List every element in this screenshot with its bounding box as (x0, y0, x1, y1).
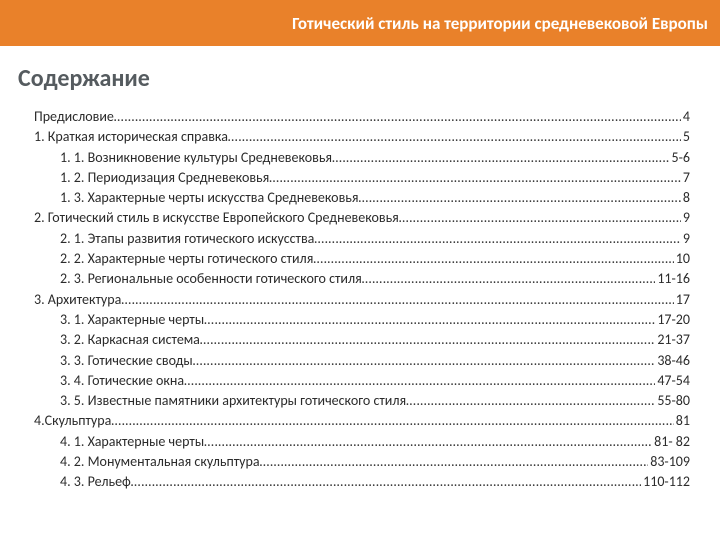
toc-row: 4.Скульптура…………………………………………………………………………… (34, 411, 690, 431)
toc-label: 1. 1. Возникновение культуры Средневеков… (60, 148, 332, 168)
toc-page: 4 (681, 107, 690, 127)
content-heading: Содержание (18, 64, 720, 93)
toc-page: 47-54 (655, 371, 690, 391)
toc-row: 1. 2. Периодизация Средневековья……………………… (34, 168, 690, 188)
toc-page: 9 (681, 208, 690, 228)
toc-label: Предисловие (34, 107, 114, 127)
toc-label: 2. 3. Региональные особенности готическо… (60, 269, 362, 289)
toc-row: 1. Краткая историческая справка………………………… (34, 127, 690, 147)
toc-page: 7 (681, 168, 690, 188)
toc-leader-dots: …………………………………………………………………………………………………………… (260, 452, 649, 472)
toc-leader-dots: …………………………………………………………………………………………………………… (200, 330, 655, 350)
toc-page: 55-80 (655, 391, 690, 411)
toc-leader-dots: …………………………………………………………………………………………………………… (332, 148, 669, 168)
toc-page: 17-20 (655, 310, 690, 330)
toc-row: 4. 2. Монументальная скульптура………………………… (34, 452, 690, 472)
toc-leader-dots: …………………………………………………………………………………………………………… (269, 168, 681, 188)
toc-leader-dots: …………………………………………………………………………………………………………… (406, 391, 655, 411)
toc-leader-dots: …………………………………………………………………………………………………………… (184, 371, 655, 391)
toc-page: 83-109 (648, 452, 690, 472)
toc-page: 81 (674, 411, 690, 431)
toc-label: 3. 5. Известные памятники архитектуры го… (60, 391, 406, 411)
toc-row: 2. 1. Этапы развития готического искусст… (34, 229, 690, 249)
toc-page: 110-112 (641, 472, 690, 492)
toc-row: Предисловие……………………………………………………………………………… (34, 107, 690, 127)
toc-leader-dots: …………………………………………………………………………………………………………… (362, 269, 656, 289)
toc-row: 1. 1. Возникновение культуры Средневеков… (34, 148, 690, 168)
toc-page: 81- 82 (652, 432, 690, 452)
toc-row: 3. Архитектура……………………………………………………………………… (34, 290, 690, 310)
toc-row: 1. 3. Характерные черты искусства Средне… (34, 188, 690, 208)
toc-row: 3. 5. Известные памятники архитектуры го… (34, 391, 690, 411)
toc-page: 38-46 (655, 351, 690, 371)
slide-header: Готический стиль на территории средневек… (0, 0, 720, 46)
toc-leader-dots: …………………………………………………………………………………………………………… (314, 229, 681, 249)
toc-label: 3. Архитектура (34, 290, 121, 310)
toc-label: 3. 2. Каркасная система (60, 330, 200, 350)
toc-row: 4. 1. Характерные черты……………………………………………… (34, 432, 690, 452)
toc-leader-dots: …………………………………………………………………………………………………………… (204, 310, 655, 330)
toc-label: 2. Готический стиль в искусстве Европейс… (34, 208, 399, 228)
toc-label: 2. 2. Характерные черты готического стил… (60, 249, 313, 269)
slide-title: Готический стиль на территории средневек… (292, 13, 708, 34)
toc-label: 4. 2. Монументальная скульптура (60, 452, 260, 472)
toc-leader-dots: …………………………………………………………………………………………………………… (228, 127, 681, 147)
toc-page: 8 (681, 188, 690, 208)
toc-label: 4. 3. Рельеф (60, 472, 131, 492)
toc-label: 2. 1. Этапы развития готического искусст… (60, 229, 314, 249)
toc-page: 5-6 (670, 148, 690, 168)
toc-page: 17 (674, 290, 690, 310)
toc-row: 4. 3. Рельеф…………………………………………………………………………… (34, 472, 690, 492)
toc-leader-dots: …………………………………………………………………………………………………………… (111, 411, 673, 431)
toc-leader-dots: …………………………………………………………………………………………………………… (313, 249, 673, 269)
toc-row: 2. 2. Характерные черты готического стил… (34, 249, 690, 269)
toc-row: 2. Готический стиль в искусстве Европейс… (34, 208, 690, 228)
toc-page: 21-37 (655, 330, 690, 350)
toc-leader-dots: …………………………………………………………………………………………………………… (358, 188, 680, 208)
toc-leader-dots: …………………………………………………………………………………………………………… (204, 432, 652, 452)
toc-leader-dots: …………………………………………………………………………………………………………… (193, 351, 656, 371)
toc-leader-dots: …………………………………………………………………………………………………………… (121, 290, 673, 310)
toc-label: 3. 4. Готические окна (60, 371, 184, 391)
toc-leader-dots: …………………………………………………………………………………………………………… (114, 107, 681, 127)
toc-page: 10 (674, 249, 690, 269)
toc-row: 2. 3. Региональные особенности готическо… (34, 269, 690, 289)
toc-row: 3. 2. Каркасная система……………………………………………… (34, 330, 690, 350)
toc-label: 4.Скульптура (34, 411, 111, 431)
toc-leader-dots: …………………………………………………………………………………………………………… (131, 472, 641, 492)
toc-label: 1. Краткая историческая справка (34, 127, 228, 147)
toc-leader-dots: …………………………………………………………………………………………………………… (399, 208, 681, 228)
toc-row: 3. 3. Готические своды………………………………………………… (34, 351, 690, 371)
toc-page: 5 (681, 127, 690, 147)
toc-label: 3. 3. Готические своды (60, 351, 193, 371)
toc-label: 3. 1. Характерные черты (60, 310, 204, 330)
toc-label: 4. 1. Характерные черты (60, 432, 204, 452)
toc-row: 3. 4. Готические окна…………………………………………………… (34, 371, 690, 391)
toc-label: 1. 3. Характерные черты искусства Средне… (60, 188, 358, 208)
toc-label: 1. 2. Периодизация Средневековья (60, 168, 269, 188)
toc-page: 11-16 (655, 269, 690, 289)
table-of-contents: Предисловие……………………………………………………………………………… (34, 107, 690, 493)
toc-page: 9 (681, 229, 690, 249)
toc-row: 3. 1. Характерные черты……………………………………………… (34, 310, 690, 330)
